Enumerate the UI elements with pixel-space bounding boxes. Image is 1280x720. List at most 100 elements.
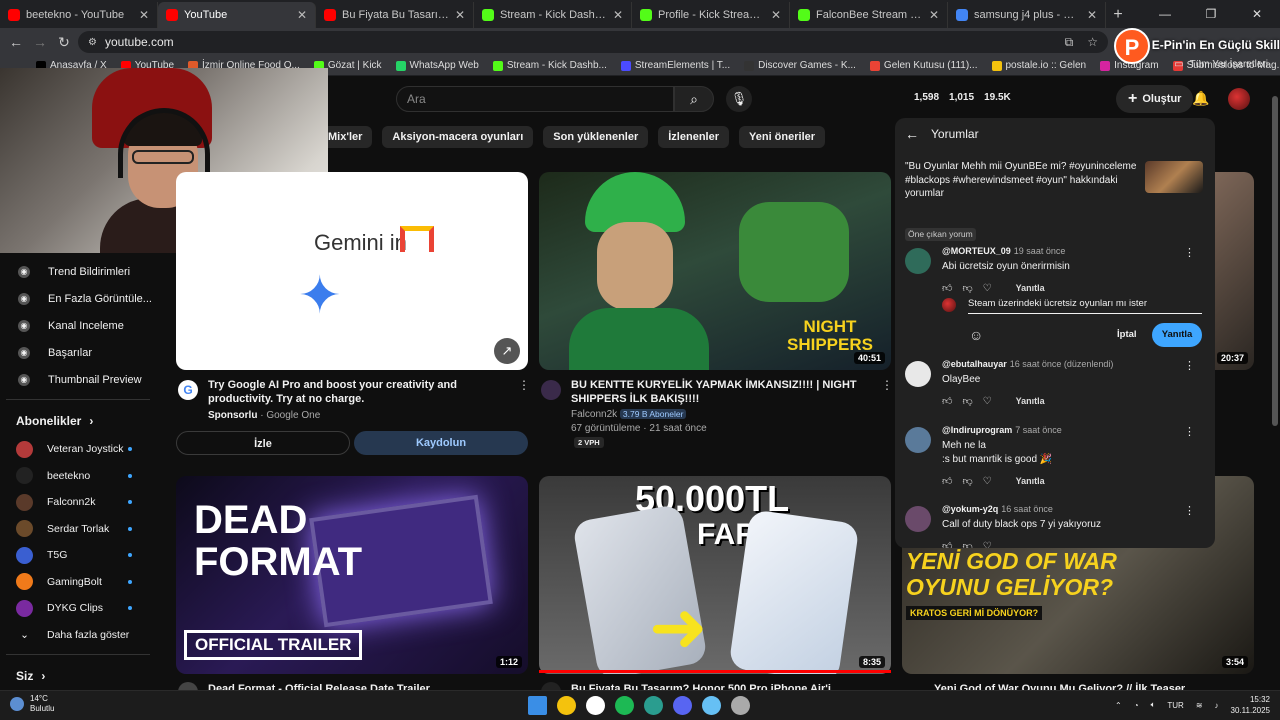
tray-chevron-icon[interactable]: ⌃ (1115, 701, 1122, 710)
dislike-icon[interactable]: 👎︎ (962, 282, 972, 294)
search-input[interactable]: Ara (396, 86, 674, 112)
close-tab-icon[interactable]: ✕ (613, 8, 623, 22)
channel-avatar[interactable] (541, 380, 561, 400)
taskbar-app-icon[interactable] (702, 696, 721, 715)
comment-more-icon[interactable]: ⋮ (1184, 504, 1195, 517)
heart-icon[interactable]: ♡ (983, 396, 992, 407)
subscription-item[interactable]: T5G (0, 542, 160, 569)
reload-icon[interactable]: ↻ (52, 34, 76, 51)
taskbar-app-icon[interactable] (615, 696, 634, 715)
channel-name[interactable]: Falconn2k (571, 409, 617, 420)
cancel-button[interactable]: İptal (1117, 329, 1137, 340)
close-tab-icon[interactable]: ✕ (455, 8, 465, 22)
commenter-avatar[interactable] (905, 506, 931, 532)
video-thumbnail[interactable]: Gemini in ✦ ↗ (176, 172, 528, 370)
subscription-item[interactable]: beetekno (0, 463, 160, 490)
volume-icon[interactable]: 🔈︎ (1151, 700, 1156, 710)
subscriptions-heading[interactable]: Abonelikler › (0, 406, 160, 436)
restore-icon[interactable]: ❐ (1188, 0, 1234, 28)
comment-more-icon[interactable]: ⋮ (1184, 246, 1195, 259)
commenter-avatar[interactable] (905, 427, 931, 453)
back-arrow-icon[interactable]: ← (905, 126, 919, 142)
commenter-avatar[interactable] (905, 361, 931, 387)
clock[interactable]: 15:32 30.11.2025 (1231, 694, 1270, 716)
browser-tab[interactable]: FalconBee Stream - Watch Live... ✕ (790, 2, 948, 28)
video-thumbnail[interactable]: DEAD FORMAT OFFICIAL TRAILER 1:12 (176, 476, 528, 674)
show-more-button[interactable]: ⌄ Daha fazla göster (0, 622, 160, 649)
comment-author[interactable]: @yokum-y2q 16 saat önce (942, 504, 1053, 514)
network-icon[interactable]: ◔ (1134, 701, 1139, 710)
microphone-icon[interactable]: 🎙 (726, 86, 752, 112)
dislike-icon[interactable]: 👎︎ (962, 475, 972, 487)
notifications-bell-icon[interactable]: 🔔 (1192, 90, 1209, 107)
subscription-item[interactable]: DYKG Clips (0, 595, 160, 622)
sidebar-item[interactable]: ◉ En Fazla Görüntüle... (0, 285, 160, 312)
reply-button[interactable]: Yanıtla (1016, 476, 1045, 486)
context-video-thumbnail[interactable] (1145, 161, 1203, 193)
channel-name[interactable]: Google One (266, 410, 320, 421)
you-heading[interactable]: Siz › (0, 661, 160, 691)
video-thumbnail[interactable]: NIGHT SHIPPERS 40:51 (539, 172, 891, 370)
subscription-item[interactable]: Veteran Joystick (0, 436, 160, 463)
taskbar-app-icon[interactable] (557, 696, 576, 715)
like-icon[interactable]: 👍︎ (942, 395, 952, 407)
browser-tab[interactable]: YouTube ✕ (158, 2, 316, 28)
reply-button[interactable]: Yanıtla (1016, 396, 1045, 406)
create-button[interactable]: + Oluştur (1116, 85, 1194, 113)
minimize-icon[interactable]: — (1142, 0, 1188, 28)
dislike-icon[interactable]: 👎︎ (962, 395, 972, 407)
url-field[interactable]: ⚙ youtube.com ⧉ ☆ (78, 31, 1108, 53)
page-scrollbar[interactable] (1272, 90, 1278, 610)
back-icon[interactable]: ← (4, 34, 28, 50)
heart-icon[interactable]: ♡ (983, 283, 992, 294)
filter-chip[interactable]: Yeni öneriler (739, 126, 826, 148)
sidebar-item[interactable]: ◉ Kanal Inceleme (0, 312, 160, 339)
close-window-icon[interactable]: ✕ (1234, 0, 1280, 28)
reply-input[interactable]: Steam üzerindeki ücretsiz oyunları mı is… (968, 298, 1202, 314)
video-title[interactable]: Bu Fiyata Bu Tasarım? Honor 500 Pro iPho… (571, 682, 861, 690)
filter-chip[interactable]: Son yüklenenler (543, 126, 649, 148)
subscription-item[interactable]: Falconn2k (0, 489, 160, 516)
like-icon[interactable]: 👍︎ (942, 540, 952, 548)
close-tab-icon[interactable]: ✕ (139, 8, 149, 22)
video-thumbnail[interactable]: 50.000TL FARK ➜ 8:35 (539, 476, 891, 674)
more-options-icon[interactable]: ⋮ (518, 378, 530, 392)
comment-more-icon[interactable]: ⋮ (1184, 425, 1195, 438)
close-tab-icon[interactable]: ✕ (297, 8, 307, 22)
bookmark-item[interactable]: Stream - Kick Dashb... (492, 60, 607, 71)
browser-tab[interactable]: Stream - Kick Dashboard ✕ (474, 2, 632, 28)
comment-more-icon[interactable]: ⋮ (1184, 359, 1195, 372)
dislike-icon[interactable]: 👎︎ (962, 540, 972, 548)
close-tab-icon[interactable]: ✕ (929, 8, 939, 22)
bookmark-item[interactable]: postale.io :: Gelen (991, 60, 1086, 71)
filter-chip[interactable]: İzlenenler (658, 126, 729, 148)
commenter-avatar[interactable] (905, 248, 931, 274)
new-tab-button[interactable]: + (1106, 2, 1130, 28)
account-avatar[interactable] (1228, 88, 1250, 110)
taskbar-app-icon[interactable] (644, 696, 663, 715)
site-info-icon[interactable]: ⚙ (88, 37, 97, 48)
like-icon[interactable]: 👍︎ (942, 475, 952, 487)
heart-icon[interactable]: ♡ (983, 476, 992, 487)
sidebar-item[interactable]: ◉ Thumbnail Preview (0, 366, 160, 393)
taskbar-app-icon[interactable] (528, 696, 547, 715)
like-icon[interactable]: 👍︎ (942, 282, 952, 294)
sidebar-item[interactable]: ◉ Başarılar (0, 339, 160, 366)
forward-icon[interactable]: → (28, 34, 52, 50)
open-link-icon[interactable]: ↗ (494, 338, 520, 364)
video-title[interactable]: Yeni God of War Oyunu Mu Geliyor? // İlk… (934, 682, 1224, 690)
submit-reply-button[interactable]: Yanıtla (1152, 323, 1202, 347)
video-title[interactable]: BU KENTTE KURYELİK YAPMAK İMKANSIZ!!!! |… (571, 378, 861, 406)
weather-widget[interactable]: 14°C Bulutlu (10, 694, 54, 714)
subscription-item[interactable]: GamingBolt (0, 569, 160, 596)
video-title[interactable]: Try Google AI Pro and boost your creativ… (208, 378, 518, 406)
bookmark-item[interactable]: StreamElements | T... (620, 60, 730, 71)
bookmark-item[interactable]: Discover Games - K... (744, 60, 856, 71)
filter-chip[interactable]: Aksiyon-macera oyunları (382, 126, 534, 148)
more-options-icon[interactable]: ⋮ (881, 378, 893, 392)
bookmark-item[interactable]: WhatsApp Web (395, 60, 479, 71)
heart-icon[interactable]: ♡ (983, 541, 992, 549)
close-tab-icon[interactable]: ✕ (771, 8, 781, 22)
taskbar-app-icon[interactable] (731, 696, 750, 715)
wifi-icon[interactable]: ≋ (1196, 701, 1203, 710)
